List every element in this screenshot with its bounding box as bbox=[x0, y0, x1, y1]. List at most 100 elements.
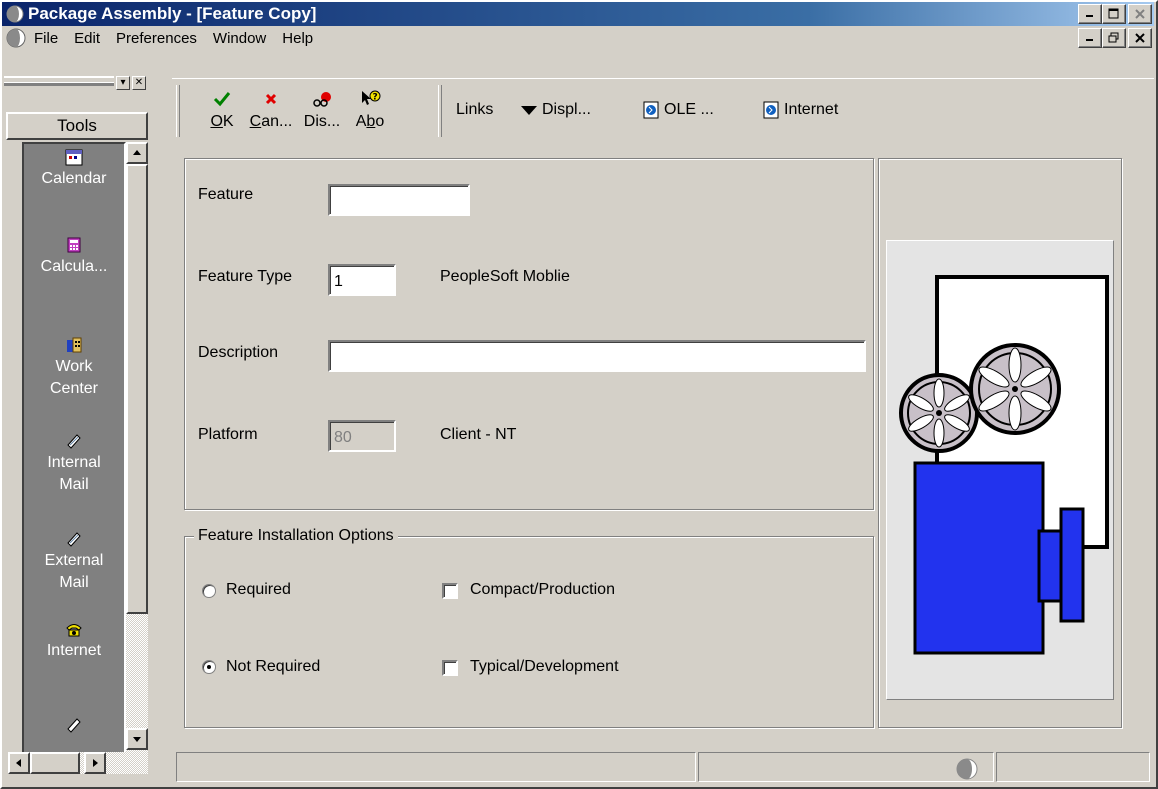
tools-list: Calendar Calcula... Work Center Internal… bbox=[22, 142, 126, 772]
child-close-button[interactable] bbox=[1128, 28, 1152, 48]
tool-item-work-center[interactable]: Work Center bbox=[24, 336, 124, 400]
close-icon bbox=[1135, 33, 1145, 43]
feature-form-panel bbox=[184, 158, 874, 510]
internal-mail-icon bbox=[67, 434, 81, 449]
scroll-left-button[interactable] bbox=[8, 752, 30, 774]
feature-type-description: PeopleSoft Moblie bbox=[440, 268, 570, 285]
menu-edit[interactable]: Edit bbox=[72, 30, 102, 47]
ok-button[interactable]: OK bbox=[202, 83, 242, 135]
tool-item-label: Work Center bbox=[49, 358, 99, 397]
display-button[interactable]: Dis... bbox=[300, 83, 344, 135]
minimize-icon bbox=[1086, 39, 1093, 41]
internet-doc-icon bbox=[763, 101, 779, 119]
typical-development-check-box[interactable] bbox=[442, 660, 458, 676]
film-projector-icon bbox=[899, 275, 1109, 655]
description-input[interactable] bbox=[328, 340, 866, 372]
tools-close-button[interactable]: ✕ bbox=[132, 76, 146, 90]
ok-label: K bbox=[222, 113, 234, 130]
arrow-up-icon bbox=[133, 150, 141, 155]
maximize-button[interactable] bbox=[1102, 4, 1126, 24]
glasses-icon bbox=[313, 92, 331, 107]
not-required-radio-label[interactable]: Not Required bbox=[226, 658, 320, 676]
tool-item-label: External Mail bbox=[44, 552, 104, 591]
feature-type-label: Feature Type bbox=[198, 268, 292, 285]
status-cell-tertiary bbox=[996, 752, 1150, 782]
tool-item-label: Internal Mail bbox=[47, 454, 101, 493]
tool-item-label: Calcula... bbox=[40, 258, 108, 275]
about-accel: b bbox=[366, 113, 376, 130]
menu-window[interactable]: Window bbox=[211, 30, 268, 47]
scroll-thumb[interactable] bbox=[126, 164, 148, 614]
display-label: Dis... bbox=[303, 113, 341, 130]
installation-options-legend: Feature Installation Options bbox=[194, 527, 398, 545]
tools-panel-grip[interactable] bbox=[4, 76, 114, 86]
calculator-icon bbox=[67, 237, 81, 253]
ole-link[interactable]: OLE ... bbox=[642, 101, 714, 119]
restore-icon bbox=[1108, 32, 1119, 43]
app-globe-icon bbox=[6, 5, 24, 23]
installation-options-group bbox=[184, 536, 874, 728]
required-radio-label[interactable]: Required bbox=[226, 581, 291, 599]
menu-file[interactable]: File bbox=[32, 30, 60, 47]
typical-development-label[interactable]: Typical/Development bbox=[470, 658, 619, 676]
minimize-button[interactable] bbox=[1078, 4, 1102, 24]
cancel-accel: C bbox=[249, 113, 262, 130]
child-minimize-button[interactable] bbox=[1078, 28, 1102, 48]
platform-label: Platform bbox=[198, 426, 258, 443]
hscroll-thumb[interactable] bbox=[30, 752, 80, 774]
toolbar-grip[interactable] bbox=[176, 85, 180, 137]
scroll-right-button[interactable] bbox=[84, 752, 106, 774]
display-link[interactable]: Displ... bbox=[520, 101, 591, 119]
tools-dock-button[interactable]: ▾ bbox=[116, 76, 130, 90]
platform-description: Client - NT bbox=[440, 426, 517, 443]
tool-item-calculator[interactable]: Calcula... bbox=[24, 236, 124, 278]
help-pointer-icon: ? bbox=[362, 90, 381, 105]
tool-item-label: Calendar bbox=[41, 170, 107, 187]
scroll-up-button[interactable] bbox=[126, 142, 148, 164]
links-label: Links bbox=[456, 101, 494, 118]
cancel-label: an... bbox=[261, 113, 293, 130]
internet-phone-icon bbox=[66, 624, 82, 637]
feature-type-input[interactable]: 1 bbox=[328, 264, 396, 296]
about-button[interactable]: ? Abo bbox=[348, 83, 392, 135]
arrow-left-icon bbox=[16, 759, 21, 767]
menu-preferences[interactable]: Preferences bbox=[114, 30, 199, 47]
internet-link[interactable]: Internet bbox=[762, 101, 838, 119]
scroll-down-button[interactable] bbox=[126, 728, 148, 750]
close-button[interactable] bbox=[1128, 4, 1152, 24]
cancel-button[interactable]: Can... bbox=[248, 83, 294, 135]
feature-input[interactable] bbox=[328, 184, 470, 216]
tool-item-partial[interactable] bbox=[24, 716, 124, 736]
menu-help[interactable]: Help bbox=[280, 30, 315, 47]
tool-item-calendar[interactable]: Calendar bbox=[24, 148, 124, 190]
title-bar[interactable]: Package Assembly - [Feature Copy] bbox=[2, 2, 1154, 26]
minimize-icon bbox=[1086, 15, 1093, 17]
tools-vertical-scrollbar[interactable] bbox=[126, 142, 148, 772]
internet-link-label: Internet bbox=[784, 101, 839, 118]
not-required-radio-circle[interactable] bbox=[202, 660, 216, 674]
about-label-rest: o bbox=[375, 113, 385, 130]
status-cell-secondary bbox=[698, 752, 994, 782]
calendar-icon bbox=[65, 149, 83, 166]
about-label-pre: A bbox=[355, 113, 367, 130]
description-label: Description bbox=[198, 344, 279, 361]
links-menu[interactable]: Links bbox=[456, 101, 493, 119]
menu-bar: File Edit Preferences Window Help bbox=[2, 26, 1154, 50]
svg-text:?: ? bbox=[373, 93, 378, 103]
feature-label: Feature bbox=[198, 186, 254, 203]
tool-item-internet[interactable]: Internet bbox=[24, 620, 124, 662]
tool-item-internal-mail[interactable]: Internal Mail bbox=[24, 432, 124, 496]
ole-doc-icon bbox=[643, 101, 659, 119]
compact-production-label[interactable]: Compact/Production bbox=[470, 581, 615, 599]
tool-item-external-mail[interactable]: External Mail bbox=[24, 530, 124, 594]
window-title: Package Assembly - [Feature Copy] bbox=[28, 4, 317, 23]
arrow-down-icon bbox=[133, 737, 141, 742]
child-restore-button[interactable] bbox=[1102, 28, 1126, 48]
required-radio-circle[interactable] bbox=[202, 584, 216, 598]
display-link-label: Displ... bbox=[542, 101, 591, 118]
document-globe-icon[interactable] bbox=[6, 28, 26, 48]
compact-production-check-box[interactable] bbox=[442, 583, 458, 599]
tools-horizontal-scrollbar[interactable] bbox=[8, 752, 148, 774]
tools-header[interactable]: Tools bbox=[6, 112, 148, 140]
toolbar: OK Can... Dis... ? Abo Links Displ... OL… bbox=[172, 78, 1154, 140]
